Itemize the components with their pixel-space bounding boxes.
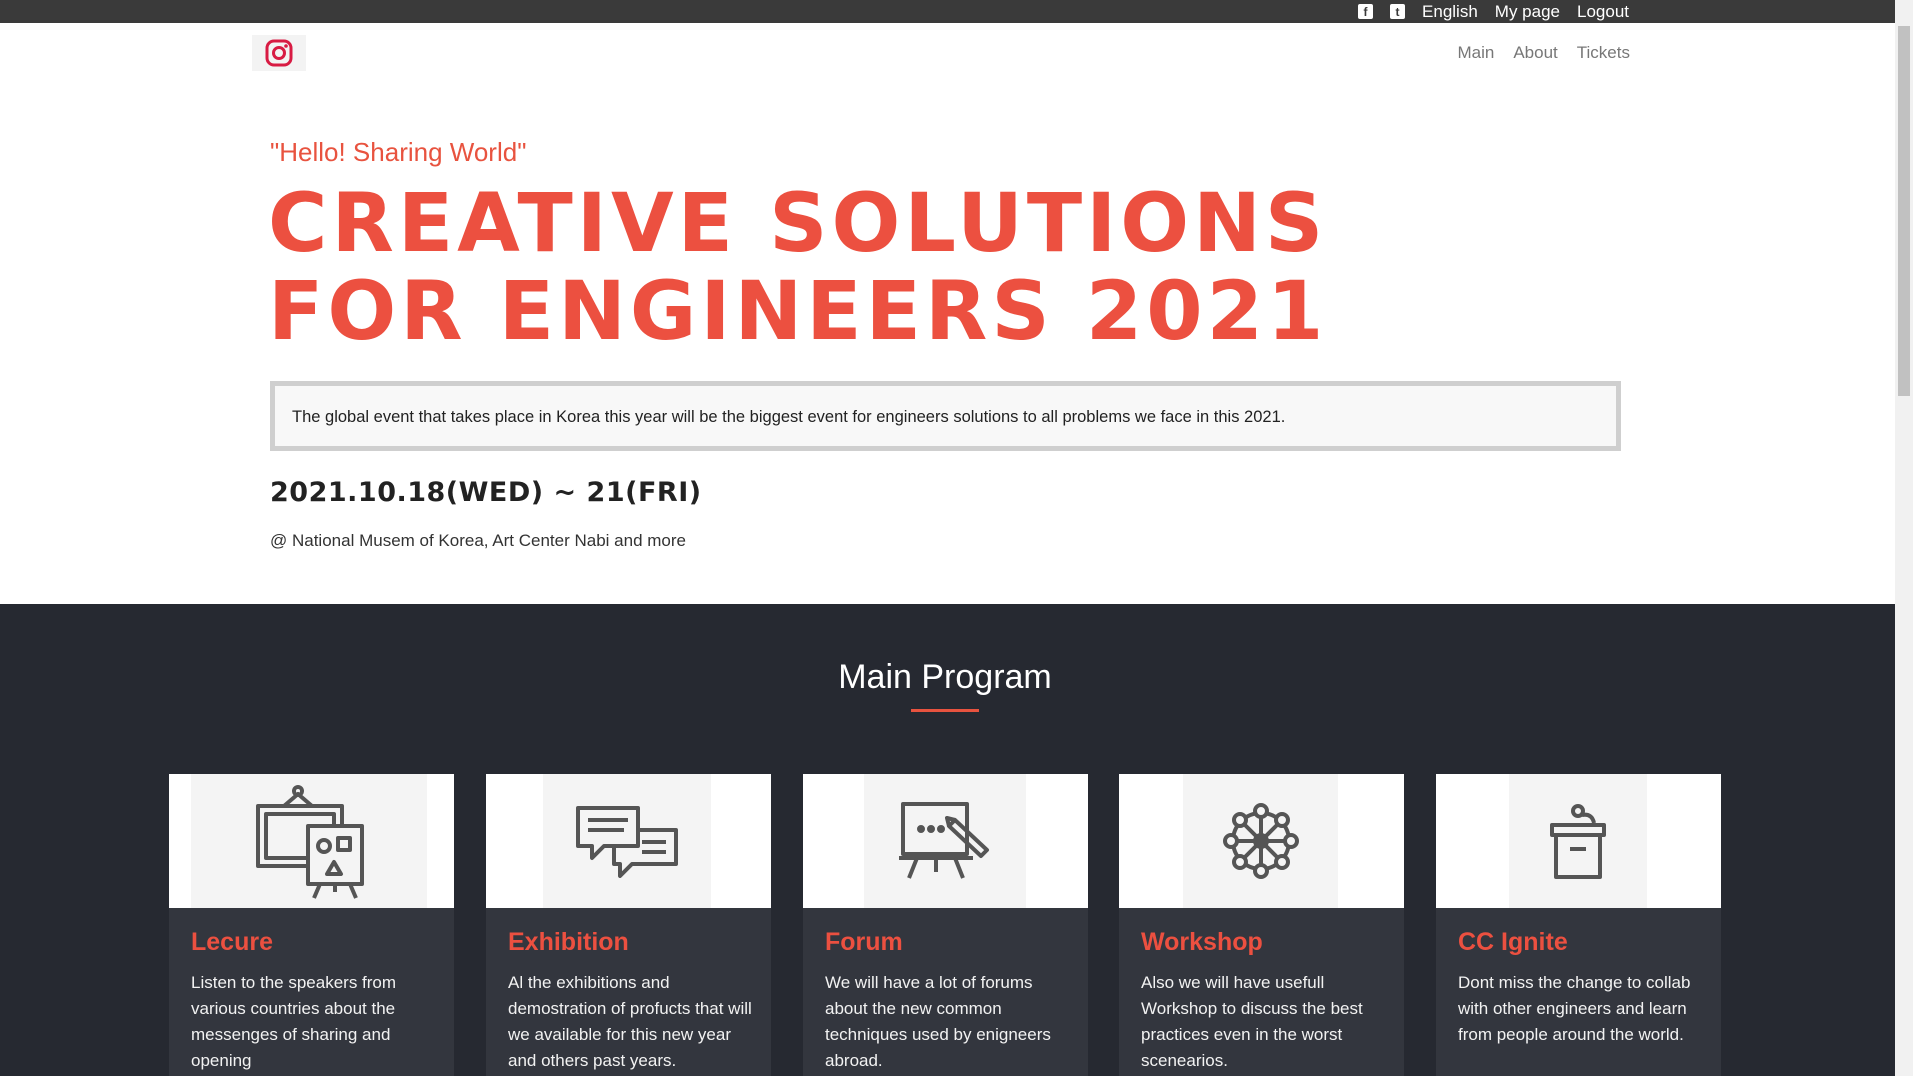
card-title[interactable]: Workshop [1141,928,1263,957]
headline-line-1: CREATIVE SOLUTIONS [268,177,1328,271]
main-program-section: Main Program Lecure Listen to the speake… [0,604,1895,1076]
logout-link[interactable]: Logout [1577,2,1629,22]
language-link[interactable]: English [1422,2,1478,22]
scrollbar-thumb[interactable] [1898,26,1910,396]
headline-line-2: FOR ENGINEERS 2021 [268,265,1328,359]
card-title[interactable]: Exhibition [508,928,629,957]
program-card-workshop[interactable]: Workshop Also we will have usefull Works… [1119,774,1404,1076]
top-utility-bar: f t English My page Logout [0,0,1895,23]
card-description: Dont miss the change to collab with othe… [1458,973,1691,1044]
card-description: We will have a lot of forums about the n… [825,973,1051,1070]
program-card-cc-ignite[interactable]: CC Ignite Dont miss the change to collab… [1436,774,1721,1076]
event-notice: The global event that takes place in Kor… [270,381,1621,451]
program-card-forum[interactable]: Forum We will have a lot of forums about… [803,774,1088,1076]
podium-icon [1550,804,1606,879]
my-page-link[interactable]: My page [1495,2,1560,22]
instagram-icon [265,39,293,67]
main-nav: Main About Tickets [1457,43,1630,63]
hero-tagline: "Hello! Sharing World" [270,137,527,167]
card-icon-box [1183,774,1338,908]
card-icon-box [191,774,427,908]
facebook-icon[interactable]: f [1358,4,1374,19]
card-image-area [486,774,771,908]
card-title[interactable]: Forum [825,928,903,957]
section-title: Main Program [838,658,1052,696]
hero-headline: CREATIVE SOLUTIONS FOR ENGINEERS 2021 [268,180,1327,356]
card-image-area [1436,774,1721,908]
top-utility-links: f t English My page Logout [1358,0,1629,23]
card-image-area [1119,774,1404,908]
card-description: Listen to the speakers from various coun… [191,973,397,1070]
title-underline [911,709,979,712]
card-image-area [803,774,1088,908]
program-card-exhibition[interactable]: Exhibition Al the exhibitions and demost… [486,774,771,1076]
nav-item-about[interactable]: About [1513,43,1557,63]
nav-item-tickets[interactable]: Tickets [1577,43,1630,63]
program-card-lecture[interactable]: Lecure Listen to the speakers from vario… [169,774,454,1076]
network-circle-icon [1222,803,1299,879]
event-venue: @ National Musem of Korea, Art Center Na… [270,531,687,550]
chat-bubbles-icon [576,806,678,878]
card-description: Also we will have usefull Workshop to di… [1141,973,1363,1070]
card-image-area [169,774,454,908]
card-title[interactable]: Lecure [191,928,273,957]
event-dates: 2021.10.18(WED) ~ 21(FRI) [270,477,702,508]
card-description: Al the exhibitions and demostration of p… [508,973,752,1070]
card-icon-box [864,774,1026,908]
card-icon-box [1509,774,1647,908]
card-title[interactable]: CC Ignite [1458,928,1568,957]
nav-item-main[interactable]: Main [1457,43,1494,63]
page-scrollbar[interactable] [1895,0,1913,1076]
card-icon-box [543,774,711,908]
whiteboard-icon [899,802,989,879]
site-logo[interactable] [252,35,306,71]
presentation-board-icon [256,785,364,899]
twitter-icon[interactable]: t [1390,4,1406,19]
